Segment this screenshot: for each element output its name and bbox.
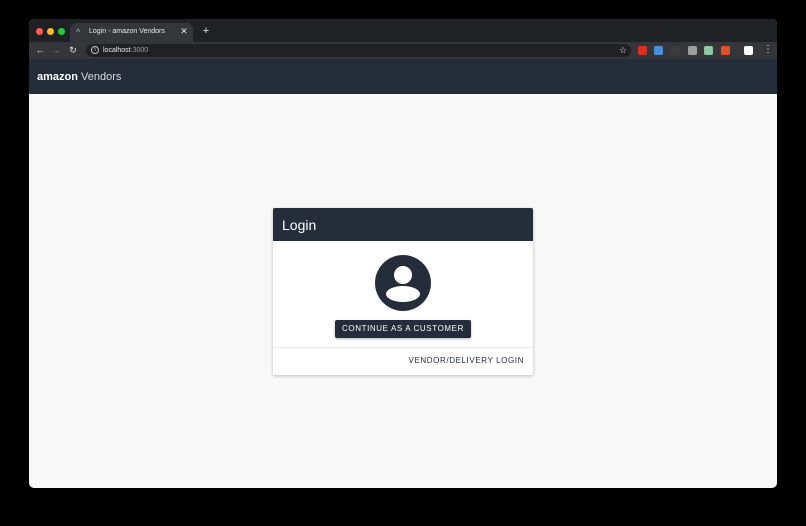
extension-icon[interactable] [638,46,647,55]
url-host: localhost [103,47,131,54]
bookmark-star-icon[interactable]: ☆ [619,44,627,57]
close-window-button[interactable] [36,28,43,35]
new-tab-button[interactable]: + [201,25,211,37]
brand-suffix: Vendors [81,71,122,83]
favicon-icon: ^ [76,27,81,37]
login-card-header: Login [273,208,533,241]
extension-icon[interactable] [721,46,730,55]
card-divider [273,347,533,348]
extension-icon[interactable] [654,46,663,55]
extension-icon[interactable] [671,46,680,55]
maximize-window-button[interactable] [58,28,65,35]
tab-strip: ^ Login - amazon Vendors ✕ + [29,19,777,42]
reload-button[interactable]: ↻ [67,44,79,56]
brand-logo[interactable]: amazon Vendors [37,70,121,84]
app-header: amazon Vendors [29,59,777,94]
browser-menu-icon[interactable]: ⋮ [763,44,773,56]
brand-name: amazon [37,71,78,83]
tab-close-icon[interactable]: ✕ [179,26,189,37]
url-port: :3000 [130,47,149,54]
browser-tab[interactable]: ^ Login - amazon Vendors ✕ [70,23,193,42]
site-info-icon[interactable]: i [91,46,99,54]
tab-title: Login - amazon Vendors [89,28,165,35]
account-circle-icon [375,255,431,311]
address-bar[interactable]: i localhost:3000 ☆ [86,44,631,57]
forward-button[interactable]: → [50,44,62,56]
login-card: Login CONTINUE AS A CUSTOMER VENDOR/DELI… [273,208,533,375]
extension-icon[interactable] [704,46,713,55]
minimize-window-button[interactable] [47,28,54,35]
browser-toolbar: ← → ↻ i localhost:3000 ☆ ⋮ [29,42,777,59]
continue-as-customer-button[interactable]: CONTINUE AS A CUSTOMER [335,320,471,338]
back-button[interactable]: ← [34,44,46,56]
login-title: Login [282,217,317,233]
browser-window: ^ Login - amazon Vendors ✕ + ← → ↻ i loc… [29,19,777,488]
url-text[interactable]: localhost:3000 [103,45,148,56]
vendor-delivery-login-link[interactable]: VENDOR/DELIVERY LOGIN [409,355,524,367]
extension-icon[interactable] [688,46,697,55]
profile-avatar-icon[interactable] [744,46,753,55]
